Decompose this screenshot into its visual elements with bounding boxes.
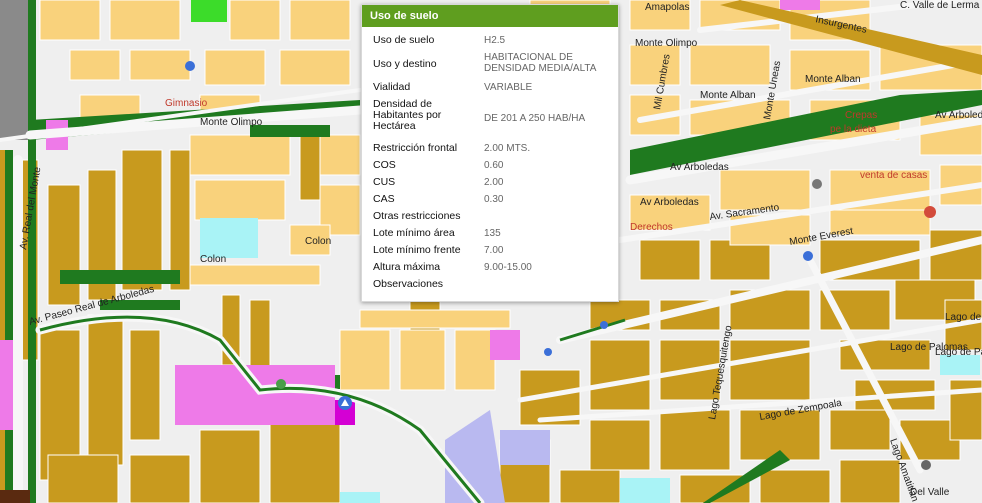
poi-label: Crepas: [845, 110, 877, 121]
map-pin-icon[interactable]: [185, 61, 195, 71]
street-label: Colon: [200, 254, 226, 265]
map-pin-icon[interactable]: [544, 348, 552, 356]
street-label: Monte Alban: [700, 90, 756, 101]
street-label: Monte Olimpo: [635, 38, 698, 49]
attribute-value: 0.30: [484, 194, 504, 205]
attribute-value: H2.5: [484, 35, 506, 46]
attribute-value: 7.00: [484, 245, 504, 256]
attribute-label: Otras restricciones: [373, 210, 461, 222]
map-pin-icon[interactable]: [921, 460, 931, 470]
attribute-value: 0.60: [484, 160, 504, 171]
attribute-value: VARIABLE: [484, 82, 533, 93]
attribute-value: 9.00-15.00: [484, 262, 532, 273]
popup-title: Uso de suelo: [362, 5, 618, 27]
attribute-label: Altura máxima: [373, 261, 441, 273]
street-label: Monte Olimpo: [200, 117, 263, 128]
map-pin-icon[interactable]: [338, 396, 352, 410]
poi-label: Derechos: [630, 222, 673, 233]
corner-block: [0, 490, 30, 503]
poi-label: Gimnasio: [165, 98, 208, 109]
street-label: Colon: [305, 236, 331, 247]
street-label: Lago de Pa: [935, 347, 982, 358]
map-pin-icon[interactable]: [600, 321, 608, 329]
street-label: Av Arboledas: [640, 197, 699, 208]
street-label: Amapolas: [645, 2, 689, 13]
map-pin-icon[interactable]: [924, 206, 936, 218]
street-label: C. Valle de Lerma: [900, 0, 980, 11]
attribute-value: HABITACIONAL DE DENSIDAD MEDIA/ALTA: [484, 52, 597, 74]
map-pin-icon[interactable]: [812, 179, 822, 189]
attribute-label: COS: [373, 159, 396, 171]
attribute-label: Vialidad: [373, 81, 411, 93]
attribute-value: 135: [484, 228, 501, 239]
attribute-value: 2.00 MTS.: [484, 143, 531, 154]
park-block: [191, 0, 227, 22]
gray-strip: [0, 0, 28, 140]
attribute-label: Lote mínimo área: [373, 227, 455, 239]
attribute-label: Observaciones: [373, 278, 444, 290]
poi-label: pe la dieta: [830, 124, 877, 135]
land-use-popup[interactable]: Uso de suelo Uso de suelo H2.5 Uso y des…: [361, 4, 619, 302]
street-label: Lago de: [945, 312, 982, 323]
poi-label: venta de casas: [860, 170, 927, 181]
attribute-label: CUS: [373, 176, 396, 188]
attribute-value: 2.00: [484, 177, 504, 188]
attribute-label: Lote mínimo frente: [373, 244, 461, 256]
attribute-value: DE 201 A 250 HAB/HA: [484, 113, 586, 124]
street-label: Av Arboledas: [670, 162, 729, 173]
attribute-label: Restricción frontal: [373, 142, 458, 154]
street-label: Del Valle: [910, 487, 950, 498]
street-label: Monte Alban: [805, 74, 861, 85]
attribute-label: CAS: [373, 193, 395, 205]
attribute-label: Uso y destino: [373, 58, 437, 70]
map-pin-icon[interactable]: [803, 251, 813, 261]
attribute-label: Densidad de Habitantes por Hectárea: [373, 98, 442, 132]
street-label: Av Arboledas: [935, 110, 982, 121]
attribute-label: Uso de suelo: [373, 34, 435, 46]
map-pin-icon[interactable]: [276, 379, 286, 389]
